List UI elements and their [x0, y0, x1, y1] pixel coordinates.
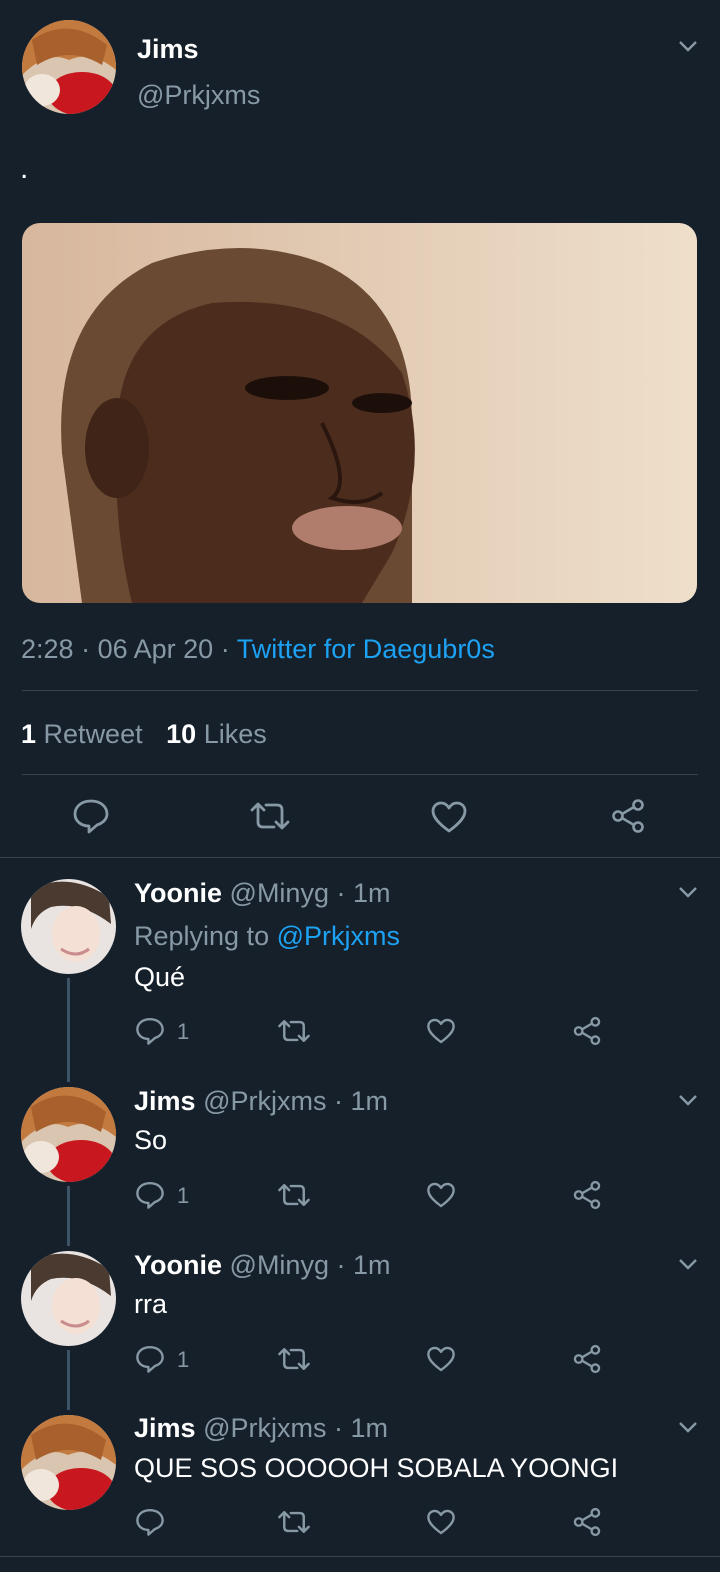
separator: ·	[220, 634, 230, 664]
reply-avatar[interactable]	[21, 879, 116, 974]
tweet-time: 2:28	[21, 634, 74, 664]
reply-display-name[interactable]: Jims	[134, 1413, 196, 1443]
reply-count: 1	[177, 1347, 190, 1372]
like-icon[interactable]	[426, 1181, 456, 1209]
reply-icon[interactable]	[72, 798, 110, 834]
share-icon[interactable]	[572, 1016, 602, 1046]
like-icon[interactable]	[426, 1345, 456, 1373]
reply-header: Jims @Prkjxms · 1m	[134, 1413, 388, 1444]
divider	[22, 690, 698, 691]
retweet-icon[interactable]	[276, 1346, 312, 1372]
reply-handle[interactable]: @Minyg	[230, 1250, 329, 1280]
share-icon[interactable]	[572, 1507, 602, 1537]
reply-text: QUE SOS OOOOOH SOBALA YOONGI	[134, 1453, 619, 1483]
reply-avatar[interactable]	[21, 1251, 116, 1346]
chevron-down-icon[interactable]	[676, 38, 700, 54]
author-handle[interactable]: @Prkjxms	[137, 80, 260, 111]
separator: ·	[333, 1086, 343, 1116]
likes-label: Likes	[203, 719, 267, 749]
thread-connector	[67, 1186, 70, 1246]
reply-icon[interactable]	[135, 1016, 165, 1046]
likes-stat[interactable]: 10 Likes	[166, 719, 267, 749]
reply-handle[interactable]: @Minyg	[230, 878, 329, 908]
reply-avatar[interactable]	[21, 1415, 116, 1510]
reply-icon[interactable]	[135, 1507, 165, 1537]
retweets-stat[interactable]: 1 Retweet	[21, 719, 150, 749]
chevron-down-icon[interactable]	[676, 884, 700, 900]
like-icon[interactable]	[426, 1017, 456, 1045]
like-icon[interactable]	[426, 1508, 456, 1536]
reply-display-name[interactable]: Yoonie	[134, 878, 222, 908]
reply-time: 1m	[353, 1250, 391, 1280]
reply-display-name[interactable]: Yoonie	[134, 1250, 222, 1280]
likes-count: 10	[166, 719, 197, 749]
chevron-down-icon[interactable]	[676, 1256, 700, 1272]
reply-text: Qué	[134, 962, 186, 992]
author-avatar[interactable]	[22, 20, 116, 114]
author-display-name[interactable]: Jims	[137, 34, 199, 65]
divider	[0, 1556, 720, 1557]
divider	[0, 857, 720, 858]
reply-time: 1m	[353, 878, 391, 908]
thread-connector	[67, 1350, 70, 1410]
reply-handle[interactable]: @Prkjxms	[203, 1086, 326, 1116]
retweets-count: 1	[21, 719, 37, 749]
reply-header: Jims @Prkjxms · 1m	[134, 1086, 388, 1117]
reply-time: 1m	[350, 1413, 389, 1443]
replying-label: Replying to	[134, 921, 270, 951]
tweet-date: 06 Apr 20	[97, 634, 214, 664]
share-icon[interactable]	[572, 1344, 602, 1374]
reply-header: Yoonie @Minyg · 1m	[134, 878, 391, 909]
separator: ·	[336, 878, 346, 908]
retweets-label: Retweet	[43, 719, 143, 749]
separator: ·	[336, 1250, 346, 1280]
tweet-text: .	[20, 152, 29, 185]
reply-display-name[interactable]: Jims	[134, 1086, 196, 1116]
tweet-timestamp-row: 2:28 · 06 Apr 20 · Twitter for Daegubr0s	[21, 634, 495, 665]
reply-text: rra	[134, 1289, 167, 1319]
chevron-down-icon[interactable]	[676, 1419, 700, 1435]
retweet-icon[interactable]	[276, 1509, 312, 1535]
retweet-icon[interactable]	[276, 1182, 312, 1208]
separator: ·	[333, 1413, 343, 1443]
chevron-down-icon[interactable]	[676, 1092, 700, 1108]
retweet-icon[interactable]	[276, 1018, 312, 1044]
divider	[22, 774, 698, 775]
tweet-media-image[interactable]	[22, 223, 697, 603]
reply-count: 1	[177, 1019, 190, 1044]
replying-to-handle[interactable]: @Prkjxms	[277, 921, 400, 951]
reply-header: Yoonie @Minyg · 1m	[134, 1250, 391, 1281]
reply-time: 1m	[350, 1086, 389, 1116]
reply-icon[interactable]	[135, 1180, 165, 1210]
reply-handle[interactable]: @Prkjxms	[203, 1413, 326, 1443]
tweet-stats: 1 Retweet 10 Likes	[21, 719, 267, 750]
separator: ·	[81, 634, 91, 664]
share-icon[interactable]	[572, 1180, 602, 1210]
reply-icon[interactable]	[135, 1344, 165, 1374]
thread-connector	[67, 978, 70, 1082]
reply-count: 1	[177, 1183, 190, 1208]
tweet-source-link[interactable]: Twitter for Daegubr0s	[237, 634, 495, 664]
like-icon[interactable]	[430, 800, 468, 834]
share-icon[interactable]	[610, 798, 646, 834]
reply-text: So	[134, 1125, 168, 1155]
reply-avatar[interactable]	[21, 1087, 116, 1182]
retweet-icon[interactable]	[248, 800, 292, 832]
replying-to: Replying to @Prkjxms	[134, 921, 400, 952]
